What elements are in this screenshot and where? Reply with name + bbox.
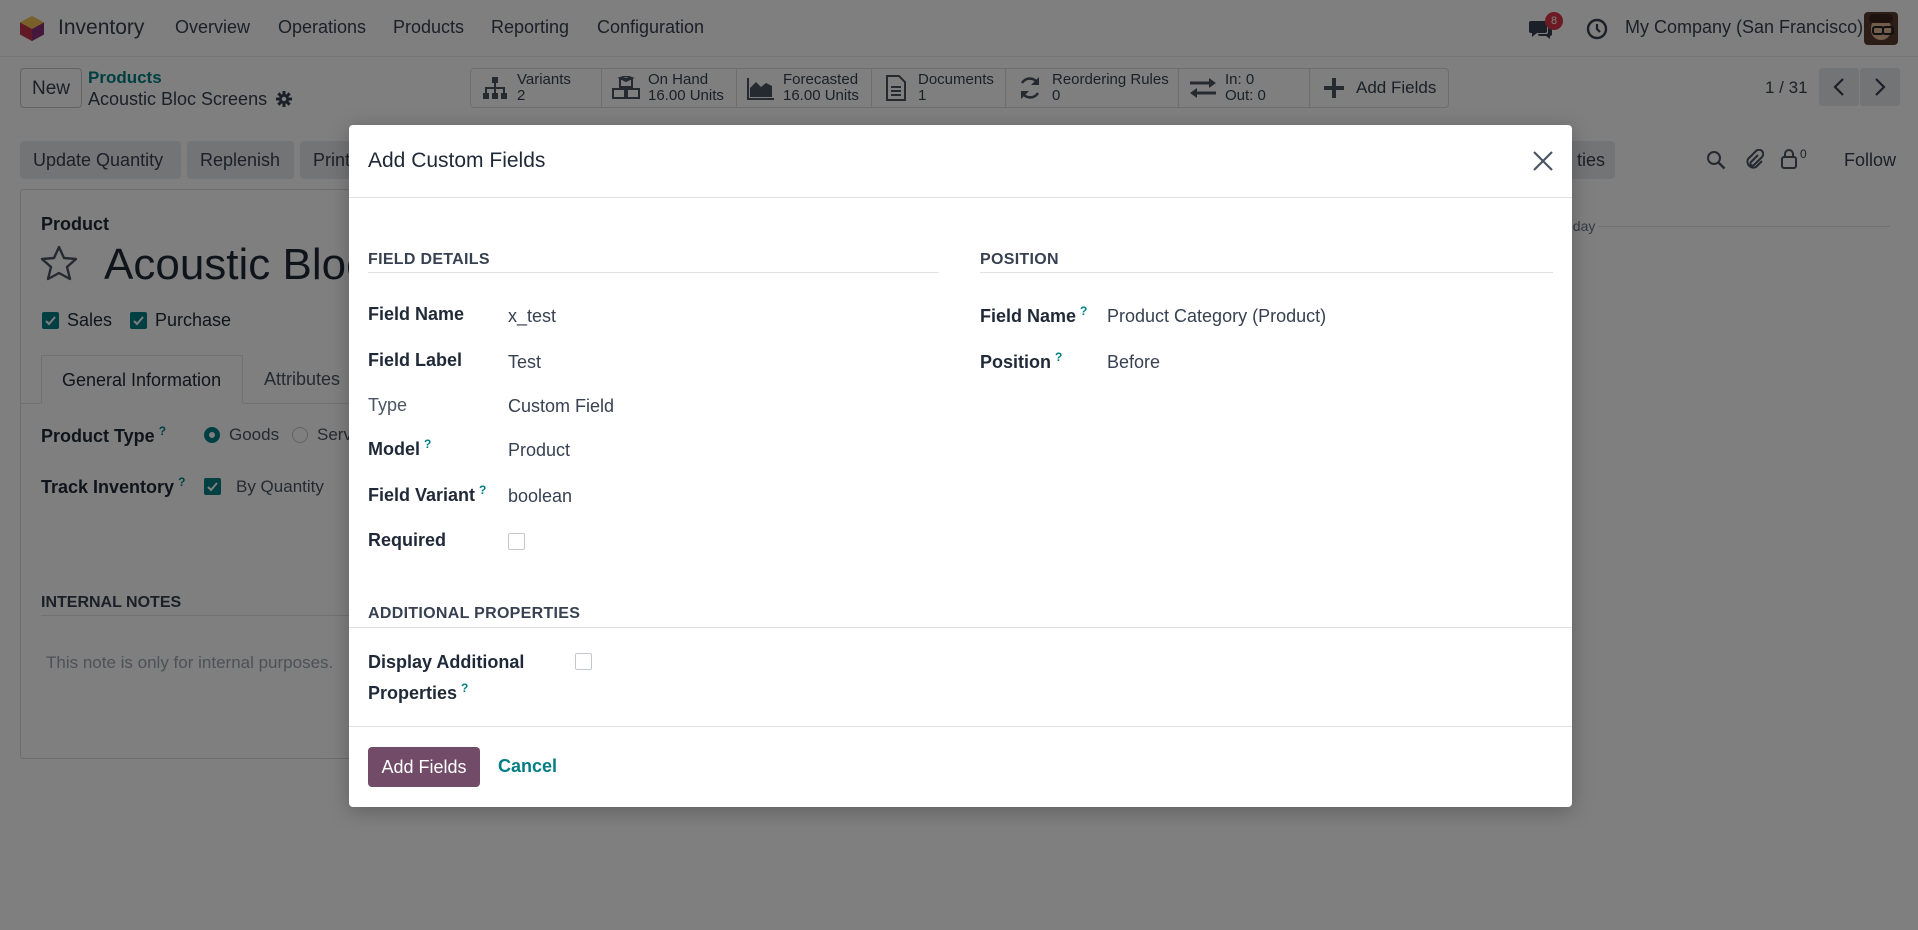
additional-properties-divider [349,627,1572,628]
type-label: Type [368,395,408,415]
position-field-name-value[interactable]: Product Category (Product) [1107,306,1326,327]
display-additional-properties-label: Display Additional Properties? [368,649,524,706]
close-icon[interactable] [1529,147,1557,175]
dialog-title: Add Custom Fields [368,149,546,172]
required-checkbox[interactable] [508,533,525,550]
help-icon[interactable]: ? [461,681,468,695]
position-divider [980,272,1553,273]
display-additional-properties-checkbox[interactable] [575,653,592,670]
add-fields-button[interactable]: Add Fields [368,747,480,787]
field-variant-label: Field Variant? [368,483,486,506]
position-value[interactable]: Before [1107,352,1160,373]
required-label: Required [368,530,447,550]
position-title: POSITION [980,251,1059,268]
field-variant-label-text: Field Variant [368,485,476,505]
help-icon[interactable]: ? [424,437,431,451]
help-icon[interactable]: ? [1055,350,1062,364]
position-label: Position? [980,350,1062,373]
model-label-text: Model [368,439,420,459]
field-details-divider [368,272,939,273]
position-label-text: Position [980,352,1051,372]
cancel-button[interactable]: Cancel [498,756,557,777]
position-field-name-label: Field Name? [980,304,1087,327]
model-label: Model? [368,437,431,460]
field-label-value: Test [508,352,542,372]
field-label-label: Field Label [368,350,463,370]
field-details-title: FIELD DETAILS [368,251,490,268]
field-name-label: Field Name [368,304,465,324]
model-value: Product [508,440,571,460]
display-additional-properties-label-line1: Display Additional [368,652,525,672]
additional-properties-title: ADDITIONAL PROPERTIES [368,605,581,622]
dialog-header: Add Custom Fields [349,125,1572,198]
field-name-value: x_test [508,306,557,326]
dialog-footer-divider [349,726,1572,727]
help-icon[interactable]: ? [1080,304,1087,318]
add-custom-fields-dialog: Add Custom Fields FIELD DETAILS Field Na… [349,125,1572,807]
field-variant-value: boolean [508,486,573,506]
help-icon[interactable]: ? [479,483,486,497]
type-value: Custom Field [508,396,615,416]
position-field-name-label-text: Field Name [980,306,1077,326]
display-additional-properties-label-line2: Properties [368,683,458,703]
